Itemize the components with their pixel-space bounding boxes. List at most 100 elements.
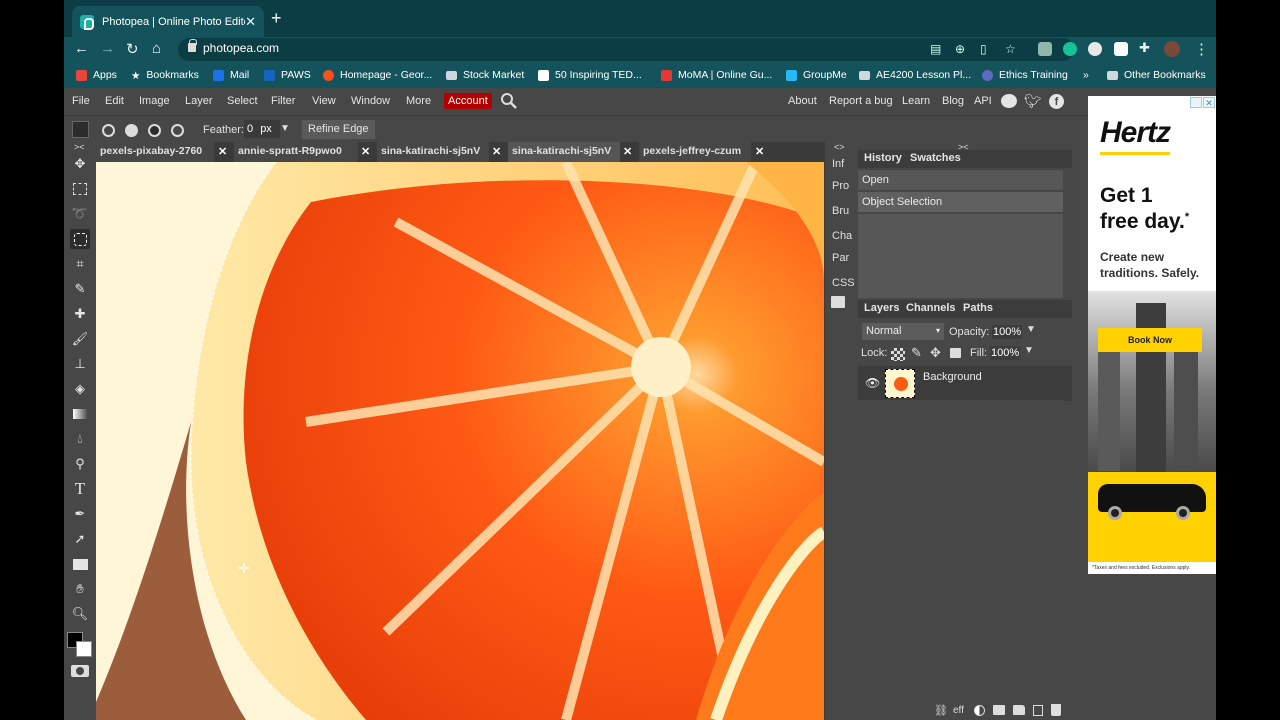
tab-close-icon[interactable]: ✕ — [245, 14, 256, 30]
quick-mask-icon[interactable] — [71, 665, 89, 677]
selection-add-icon[interactable] — [125, 124, 138, 137]
selection-intersect-icon[interactable] — [171, 124, 184, 137]
lock-transparency-icon[interactable] — [891, 348, 905, 361]
move-tool-icon[interactable]: ✥ — [70, 154, 90, 174]
hand-tool-icon[interactable]: ✋︎ — [70, 579, 90, 599]
reddit-icon[interactable] — [1001, 94, 1017, 108]
star-bookmark-icon[interactable]: ☆ — [1005, 42, 1016, 56]
extension-icon[interactable] — [1038, 42, 1052, 56]
doc-tab-close-icon[interactable]: ✕ — [492, 145, 501, 158]
refine-edge-button[interactable]: Refine Edge — [302, 120, 375, 139]
tab-swatches[interactable]: Swatches — [910, 152, 961, 164]
doc-tab-1[interactable]: pexels-pixabay-2760 — [96, 142, 214, 162]
menu-select[interactable]: Select — [227, 95, 258, 107]
link-about[interactable]: About — [788, 95, 817, 107]
home-icon[interactable]: ⌂ — [152, 40, 161, 57]
opacity-input[interactable]: 100% — [992, 325, 1023, 339]
blend-mode-select[interactable]: Normal ▾ — [862, 323, 944, 340]
forward-arrow-icon[interactable]: → — [100, 40, 115, 57]
selection-subtract-icon[interactable] — [148, 124, 161, 137]
tab-channels[interactable]: Channels — [906, 302, 956, 314]
panel-paragraph[interactable]: Par — [832, 252, 849, 264]
lock-all-icon[interactable] — [950, 348, 961, 358]
tab-layers[interactable]: Layers — [864, 302, 899, 314]
text-tool-icon[interactable]: T — [70, 479, 90, 499]
history-item[interactable]: Object Selection — [858, 192, 1063, 212]
doc-tab-2[interactable]: annie-spratt-R9pwo0 — [234, 142, 358, 162]
blur-tool-icon[interactable]: 💧︎ — [70, 429, 90, 449]
opacity-dropdown-icon[interactable]: ▼ — [1026, 324, 1036, 335]
lock-move-icon[interactable]: ✥ — [930, 345, 941, 361]
search-icon[interactable] — [500, 92, 518, 110]
grammarly-icon[interactable] — [1063, 42, 1077, 56]
stamp-tool-icon[interactable]: ⊥ — [70, 354, 90, 374]
bookmark-other[interactable]: Other Bookmarks — [1107, 69, 1206, 81]
pen-tool-icon[interactable]: ✒ — [70, 504, 90, 524]
hertz-advertisement[interactable]: ✕ Hertz Get 1 free day.* Create new trad… — [1088, 96, 1216, 574]
bookmark-moma[interactable]: MoMA | Online Gu... — [661, 69, 772, 81]
panel-character[interactable]: Cha — [832, 230, 852, 242]
path-select-tool-icon[interactable]: ➚ — [70, 529, 90, 549]
doc-tab-close-icon[interactable]: ✕ — [755, 145, 764, 158]
object-selection-tool-icon[interactable] — [70, 229, 90, 249]
bookmark-apps[interactable]: Apps — [76, 69, 117, 81]
dodge-tool-icon[interactable]: ⚲ — [70, 454, 90, 474]
marquee-tool-icon[interactable] — [70, 179, 90, 199]
bookmark-stock-market[interactable]: Stock Market — [446, 69, 524, 81]
menu-more[interactable]: More — [406, 95, 431, 107]
selection-new-icon[interactable] — [102, 124, 115, 137]
panel-brush[interactable]: Bru — [832, 205, 849, 217]
feather-input[interactable]: 0 px — [244, 120, 280, 138]
link-learn[interactable]: Learn — [902, 95, 930, 107]
new-tab-button[interactable]: + — [271, 8, 282, 29]
ad-close-icon[interactable]: ✕ — [1203, 97, 1215, 108]
zoom-icon[interactable]: ⊕ — [955, 42, 965, 56]
doc-tab-5[interactable]: pexels-jeffrey-czum — [639, 142, 751, 162]
more-bookmarks-chevron[interactable]: » — [1083, 69, 1089, 81]
menu-layer[interactable]: Layer — [185, 95, 213, 107]
bookmark-ethics[interactable]: Ethics Training — [982, 69, 1068, 81]
panel-properties[interactable]: Pro — [832, 180, 849, 192]
delete-layer-trash-icon[interactable] — [1051, 704, 1061, 716]
clipboard-icon[interactable]: ▤ — [930, 42, 941, 56]
doc-tab-3[interactable]: sina-katirachi-sj5nV — [377, 142, 489, 162]
feather-dropdown-icon[interactable]: ▼ — [280, 123, 290, 134]
tab-paths[interactable]: Paths — [963, 302, 993, 314]
history-item[interactable]: Open — [858, 170, 1063, 190]
more-menu-icon[interactable]: ⋮ — [1194, 40, 1209, 58]
doc-tab-close-icon[interactable]: ✕ — [623, 145, 632, 158]
panel-css[interactable]: CSS — [832, 277, 855, 289]
extension-square-icon[interactable] — [1114, 42, 1128, 56]
facebook-icon[interactable]: f — [1049, 94, 1064, 109]
browser-tab[interactable]: Photopea | Online Photo Editor ✕ — [72, 6, 264, 37]
extension-circle-icon[interactable] — [1088, 42, 1102, 56]
back-arrow-icon[interactable]: ← — [74, 40, 89, 57]
healing-tool-icon[interactable]: ✚ — [70, 304, 90, 324]
adjustment-layer-icon[interactable] — [974, 705, 985, 716]
bookmark-mail[interactable]: Mail — [213, 69, 249, 81]
lasso-tool-icon[interactable]: ➰ — [70, 204, 90, 224]
current-tool-icon[interactable] — [72, 121, 89, 138]
bookmark-paws[interactable]: PAWS — [264, 69, 311, 81]
fill-dropdown-icon[interactable]: ▼ — [1024, 345, 1034, 356]
collapse-arrows-icon[interactable]: >< — [74, 142, 85, 152]
image-panel-icon[interactable] — [831, 296, 845, 308]
menu-filter[interactable]: Filter — [271, 95, 295, 107]
eyedropper-tool-icon[interactable]: ✎ — [70, 279, 90, 299]
address-bar[interactable]: photopea.com ▤ ⊕ ▯ ☆ — [178, 38, 1074, 61]
menu-view[interactable]: View — [312, 95, 336, 107]
layer-row-background[interactable]: 👁︎ Background — [858, 366, 1072, 401]
link-report-bug[interactable]: Report a bug — [829, 95, 893, 107]
link-api[interactable]: API — [974, 95, 992, 107]
profile-avatar[interactable] — [1164, 41, 1180, 57]
doc-tab-4-active[interactable]: sina-katirachi-sj5nV — [508, 142, 620, 162]
bookmark-ae4200[interactable]: AE4200 Lesson Pl... — [859, 69, 971, 81]
bookmark-homepage[interactable]: Homepage - Geor... — [323, 69, 432, 81]
fill-input[interactable]: 100% — [990, 346, 1021, 360]
bookmark-ted[interactable]: 50 Inspiring TED... — [538, 69, 642, 81]
menu-image[interactable]: Image — [139, 95, 170, 107]
layer-effects-button[interactable]: eff — [953, 705, 964, 716]
new-group-folder-icon[interactable] — [1013, 705, 1025, 715]
menu-edit[interactable]: Edit — [105, 95, 124, 107]
menu-window[interactable]: Window — [351, 95, 390, 107]
